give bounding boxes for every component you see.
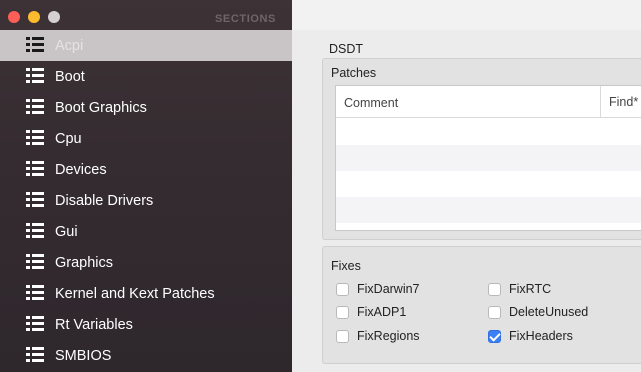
patches-group: Patches Comment Find* [322,58,641,240]
table-row[interactable] [336,145,641,171]
sidebar-item-label: Devices [55,162,107,178]
table-header: Comment Find* [336,86,641,118]
checkbox-label: FixDarwin7 [357,282,420,296]
checkbox-box[interactable] [336,305,349,319]
fixes-group: Fixes FixDarwin7 FixRTC FixADP1 DeleteUn… [322,246,641,364]
list-icon [26,68,44,84]
close-window-button[interactable] [8,11,20,23]
list-icon [26,254,44,270]
sidebar-item-graphics[interactable]: Graphics [0,247,292,278]
sidebar: SECTIONS Acpi Boot Boot Graphics Cpu Dev… [0,0,292,372]
sidebar-item-smbios[interactable]: SMBIOS [0,340,292,371]
fixes-title: Fixes [331,259,361,273]
list-icon [26,223,44,239]
sidebar-item-cpu[interactable]: Cpu [0,123,292,154]
list-icon [26,192,44,208]
sidebar-item-label: SMBIOS [55,348,112,364]
checkbox-box[interactable] [488,282,501,296]
list-icon [26,130,44,146]
sidebar-list: Acpi Boot Boot Graphics Cpu Devices Disa… [0,30,292,371]
sidebar-item-disable-drivers[interactable]: Disable Drivers [0,185,292,216]
checkbox-label: FixADP1 [357,305,407,319]
sidebar-item-gui[interactable]: Gui [0,216,292,247]
list-icon [26,99,44,115]
delete-unused-checkbox[interactable]: DeleteUnused [488,302,588,322]
checkbox-box[interactable] [336,282,349,296]
sections-header: SECTIONS [214,13,276,25]
checkbox-label: DeleteUnused [509,305,589,319]
sidebar-item-label: Graphics [55,255,114,271]
toolbar-strip [292,0,641,30]
list-icon [26,285,44,301]
sidebar-item-rt-variables[interactable]: Rt Variables [0,309,292,340]
fix-adp1-checkbox[interactable]: FixADP1 [336,302,406,322]
checkbox-box[interactable] [336,329,349,343]
minimize-window-button[interactable] [28,11,40,23]
sidebar-item-kernel-and-kext-patches[interactable]: Kernel and Kext Patches [0,278,292,309]
table-row[interactable] [336,197,641,223]
main-panel: DSDT Patches Comment Find* Fixes FixDarw… [292,0,641,372]
sidebar-item-label: Boot Graphics [55,100,147,116]
zoom-window-button[interactable] [48,11,60,23]
fix-regions-checkbox[interactable]: FixRegions [336,326,420,346]
checkbox-label: FixHeaders [509,329,573,343]
sidebar-item-label: Cpu [55,131,82,147]
sidebar-item-boot[interactable]: Boot [0,61,292,92]
fix-darwin7-checkbox[interactable]: FixDarwin7 [336,279,420,299]
checkbox-box-checked[interactable] [488,329,501,343]
list-icon [26,161,44,177]
checkbox-box[interactable] [488,305,501,319]
sidebar-item-label: Rt Variables [55,317,133,333]
patches-title: Patches [331,66,377,80]
sidebar-item-boot-graphics[interactable]: Boot Graphics [0,92,292,123]
column-header-comment[interactable]: Comment [344,96,398,110]
fix-headers-checkbox[interactable]: FixHeaders [488,326,573,346]
checkbox-label: FixRTC [509,282,552,296]
sidebar-item-label: Disable Drivers [55,193,154,209]
window-titlebar: SECTIONS [0,0,292,30]
table-row[interactable] [336,171,641,197]
sidebar-item-label: Acpi [55,38,84,54]
section-title: DSDT [329,42,364,56]
list-icon [26,347,44,363]
sidebar-item-label: Gui [55,224,78,240]
table-row[interactable] [336,119,641,145]
fix-rtc-checkbox[interactable]: FixRTC [488,279,551,299]
patches-table[interactable]: Comment Find* [335,85,641,231]
list-icon [26,316,44,332]
column-header-find[interactable]: Find* [600,86,638,118]
sidebar-item-label: Kernel and Kext Patches [55,286,215,302]
list-icon [26,37,44,53]
sidebar-item-label: Boot [55,69,85,85]
sidebar-item-acpi[interactable]: Acpi [0,30,292,61]
sidebar-item-devices[interactable]: Devices [0,154,292,185]
checkbox-label: FixRegions [357,329,420,343]
